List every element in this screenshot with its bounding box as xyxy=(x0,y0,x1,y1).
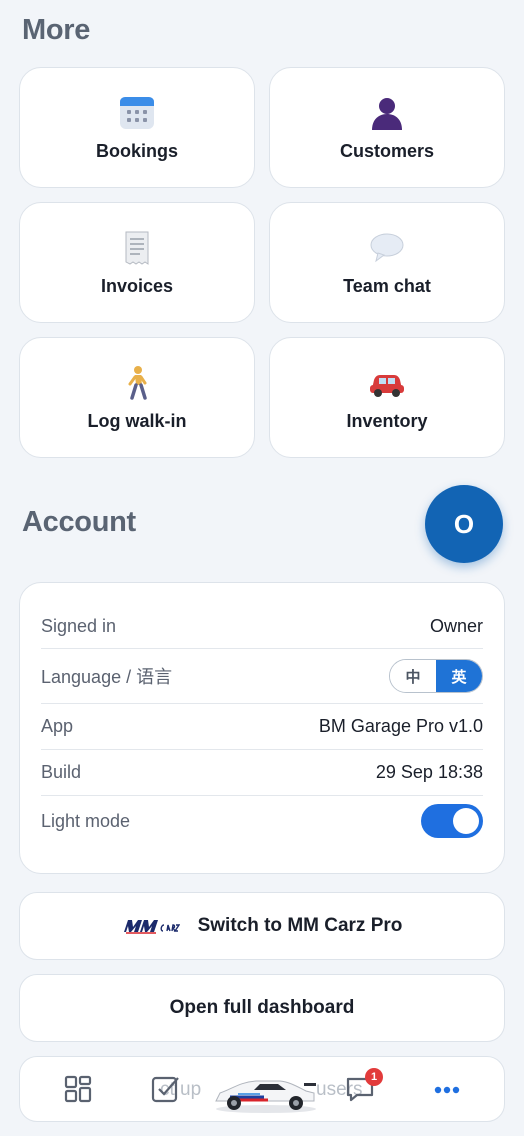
tile-invoices[interactable]: Invoices xyxy=(19,202,255,323)
language-row: Language / 语言 中 英 xyxy=(41,649,483,704)
tile-label: Team chat xyxy=(343,276,431,296)
switch-app-label: Switch to MM Carz Pro xyxy=(197,915,403,936)
nav-more-button[interactable] xyxy=(427,1071,467,1111)
build-row: Build 29 Sep 18:38 xyxy=(41,750,483,796)
language-toggle[interactable]: 中 英 xyxy=(389,659,483,693)
signed-in-row: Signed in Owner xyxy=(41,583,483,649)
walking-person-icon xyxy=(117,363,157,403)
more-dots-icon xyxy=(433,1082,461,1100)
tile-log-walk-in[interactable]: Log walk-in xyxy=(19,337,255,458)
signed-in-value: Owner xyxy=(429,615,483,636)
app-value: BM Garage Pro v1.0 xyxy=(318,716,483,736)
speech-bubble-icon xyxy=(367,228,407,268)
tile-label: Bookings xyxy=(95,141,178,161)
race-car-image xyxy=(215,1080,316,1113)
language-option-en[interactable]: 英 xyxy=(436,660,482,692)
tile-customers[interactable]: Customers xyxy=(269,67,505,188)
nav-grid-button[interactable] xyxy=(58,1071,98,1111)
car-icon xyxy=(367,363,407,403)
grid-icon xyxy=(64,1075,92,1108)
calendar-icon xyxy=(117,93,157,133)
more-tiles-grid: Bookings Customers Invoices Team chat Lo… xyxy=(19,67,505,458)
chat-unread-badge: 1 xyxy=(365,1068,383,1086)
tile-team-chat[interactable]: Team chat xyxy=(269,202,505,323)
bottom-navigation-bar: ct up users 1 xyxy=(19,1056,505,1122)
avatar-initial: O xyxy=(453,508,475,539)
open-dashboard-button[interactable]: Open full dashboard xyxy=(19,974,505,1042)
switch-knob xyxy=(453,808,479,834)
receipt-icon xyxy=(117,228,157,268)
light-mode-row: Light mode xyxy=(41,796,483,846)
app-row: App BM Garage Pro v1.0 xyxy=(41,704,483,750)
more-section-title: More xyxy=(22,14,91,46)
light-mode-label: Light mode xyxy=(41,810,131,831)
signed-in-label: Signed in xyxy=(41,615,117,636)
tile-bookings[interactable]: Bookings xyxy=(19,67,255,188)
light-mode-switch[interactable] xyxy=(421,804,483,838)
build-label: Build xyxy=(41,762,82,782)
switch-app-button[interactable]: Switch to MM Carz Pro xyxy=(19,892,505,960)
tile-label: Inventory xyxy=(346,411,428,431)
build-value: 29 Sep 18:38 xyxy=(375,762,483,782)
open-dashboard-label: Open full dashboard xyxy=(169,997,355,1018)
language-label: Language / 语言 xyxy=(41,667,173,687)
account-section-title: Account xyxy=(22,506,136,538)
mm-carz-logo-icon xyxy=(122,918,180,934)
tile-inventory[interactable]: Inventory xyxy=(269,337,505,458)
tile-label: Log walk-in xyxy=(87,411,187,431)
person-icon xyxy=(367,93,407,133)
tile-label: Invoices xyxy=(100,276,174,296)
nav-tasks-button[interactable] xyxy=(146,1071,186,1111)
app-label: App xyxy=(41,716,74,736)
account-card: Signed in Owner Language / 语言 中 英 App BM… xyxy=(19,582,505,874)
tile-label: Customers xyxy=(339,141,435,161)
language-option-zh[interactable]: 中 xyxy=(390,660,436,692)
checkbox-icon xyxy=(151,1074,181,1109)
nav-chat-button[interactable]: 1 xyxy=(340,1068,383,1111)
profile-avatar-button[interactable]: O xyxy=(425,485,503,563)
